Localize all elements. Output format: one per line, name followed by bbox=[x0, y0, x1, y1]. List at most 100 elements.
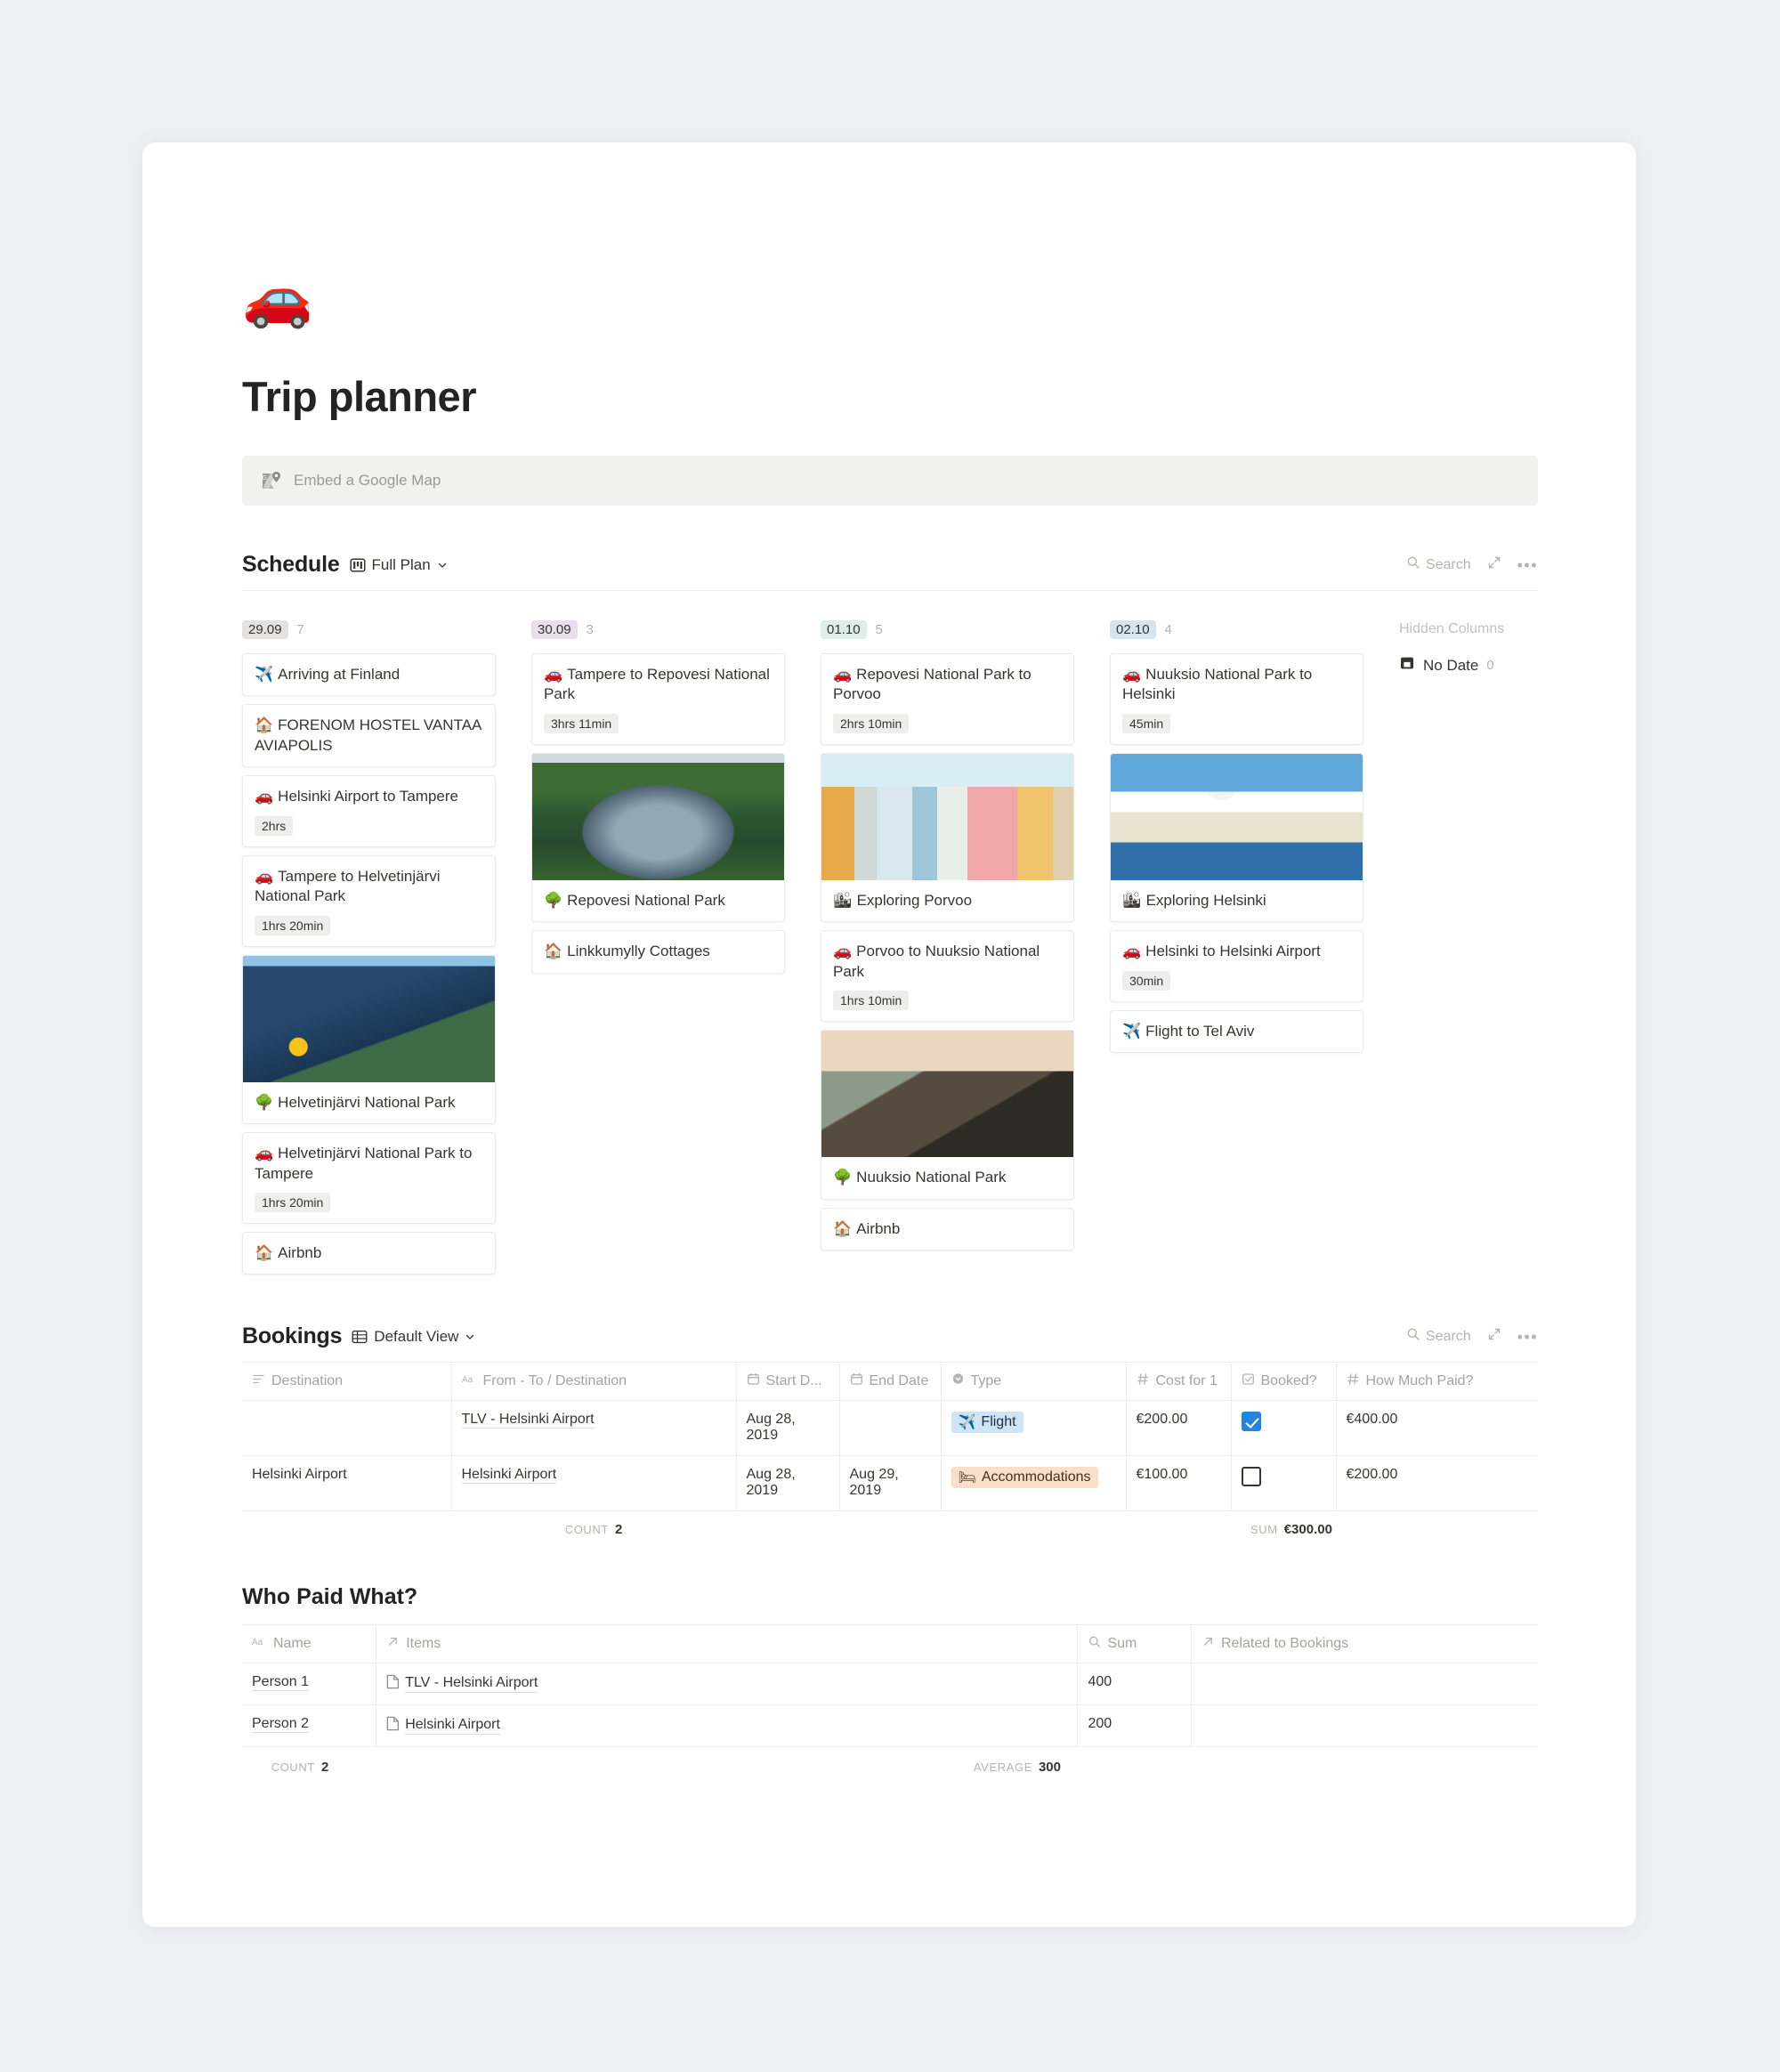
board-card[interactable]: 🏠 FORENOM HOSTEL VANTAA AVIAPOLIS bbox=[242, 704, 496, 768]
card-emoji: ✈️ bbox=[255, 666, 274, 683]
number-hash-icon bbox=[1137, 1372, 1150, 1390]
status-badge-label: Accommodations bbox=[981, 1469, 1091, 1485]
cell-link-text[interactable]: Person 1 bbox=[252, 1674, 310, 1692]
card-title: Helsinki to Helsinki Airport bbox=[1145, 943, 1321, 960]
board-card[interactable]: 🚗 Helsinki Airport to Tampere 2hrs bbox=[242, 775, 496, 847]
board-card[interactable]: 🌳 Helvetinjärvi National Park bbox=[242, 954, 496, 1125]
bookings-search-button[interactable]: Search bbox=[1406, 1327, 1471, 1346]
schedule-view-selector[interactable]: Full Plan bbox=[349, 556, 448, 574]
cell-link-text[interactable]: TLV - Helsinki Airport bbox=[461, 1412, 595, 1429]
column-header-items[interactable]: Items bbox=[376, 1624, 1079, 1664]
board-card[interactable]: 🚗 Porvoo to Nuuksio National Park 1hrs 10m… bbox=[821, 930, 1074, 1023]
schedule-search-button[interactable]: Search bbox=[1406, 555, 1471, 574]
board-card[interactable]: 🚗 Helvetinjärvi National Park to Tampere 1… bbox=[242, 1132, 496, 1224]
board-hidden-columns: Hidden Columns No Date 0 bbox=[1399, 618, 1604, 1283]
board-card[interactable]: ✈️ Flight to Tel Aviv bbox=[1110, 1009, 1363, 1054]
column-header-booked[interactable]: Booked? bbox=[1231, 1362, 1337, 1402]
cell-destination[interactable] bbox=[242, 1400, 452, 1457]
card-emoji: 🚗 bbox=[1122, 666, 1142, 683]
board-card[interactable]: ✈️ Arriving at Finland bbox=[242, 653, 496, 697]
cell-related-to-bookings[interactable] bbox=[1191, 1704, 1538, 1748]
bookings-count-agg[interactable]: COUNT 2 bbox=[565, 1522, 623, 1537]
expand-icon[interactable] bbox=[1487, 555, 1501, 574]
cell-link-text[interactable]: Person 2 bbox=[252, 1716, 310, 1734]
cell-name[interactable]: Person 1 bbox=[242, 1663, 377, 1706]
agg-label: AVERAGE bbox=[973, 1760, 1032, 1775]
column-header-name[interactable]: Aa Name bbox=[242, 1624, 377, 1664]
column-header-cost-for-1[interactable]: Cost for 1 bbox=[1126, 1362, 1232, 1402]
checkbox-unchecked[interactable] bbox=[1241, 1467, 1261, 1487]
board-card[interactable]: 🏠 Airbnb bbox=[821, 1207, 1074, 1251]
board-card[interactable]: 🏠 Linkkumylly Cottages bbox=[531, 930, 785, 974]
cell-related-to-bookings[interactable] bbox=[1191, 1663, 1538, 1706]
cell-sum[interactable]: 400 bbox=[1077, 1663, 1192, 1706]
wpw-average-agg[interactable]: AVERAGE 300 bbox=[974, 1760, 1061, 1775]
cell-from-to[interactable]: TLV - Helsinki Airport bbox=[451, 1400, 737, 1457]
cell-items[interactable]: TLV - Helsinki Airport bbox=[376, 1663, 1079, 1706]
cell-type[interactable]: ✈️ Flight bbox=[941, 1400, 1127, 1457]
board-card[interactable]: 🌳 Repovesi National Park bbox=[531, 752, 785, 923]
bookings-view-selector[interactable]: Default View bbox=[352, 1328, 475, 1346]
cell-cost-for-1[interactable]: €200.00 bbox=[1126, 1400, 1232, 1457]
cell-start-date[interactable]: Aug 28, 2019 bbox=[736, 1455, 840, 1512]
cell-link-text[interactable]: Helsinki Airport bbox=[461, 1467, 557, 1485]
board-card[interactable]: 🏠 Airbnb bbox=[242, 1231, 496, 1275]
board-card[interactable]: 🚗 Repovesi National Park to Porvoo 2hrs 10… bbox=[821, 653, 1074, 745]
column-header-related-to-bookings[interactable]: Related to Bookings bbox=[1191, 1624, 1538, 1664]
cell-items[interactable]: Helsinki Airport bbox=[376, 1704, 1079, 1748]
cell-from-to[interactable]: Helsinki Airport bbox=[451, 1455, 737, 1512]
card-cover-image bbox=[821, 1031, 1073, 1158]
board-card[interactable]: 🏙 Exploring Porvoo bbox=[821, 752, 1074, 923]
column-header-from-to[interactable]: Aa From - To / Destination bbox=[451, 1362, 737, 1402]
expand-icon[interactable] bbox=[1487, 1327, 1501, 1346]
column-header-start-date[interactable]: Start D... bbox=[736, 1362, 840, 1402]
column-header-sum[interactable]: Sum bbox=[1077, 1624, 1192, 1664]
board-column-header[interactable]: 01.10 5 bbox=[821, 618, 1074, 641]
bookings-aggregates: COUNT 2 SUM €300.00 bbox=[242, 1515, 1538, 1538]
cell-link-text[interactable]: TLV - Helsinki Airport bbox=[405, 1675, 538, 1694]
board-card[interactable]: 🚗 Tampere to Repovesi National Park 3hrs 1… bbox=[531, 653, 785, 745]
table-row[interactable]: Person 2 Helsinki Airport 200 bbox=[242, 1704, 1538, 1748]
bookings-sum-agg[interactable]: SUM €300.00 bbox=[1250, 1522, 1332, 1537]
hidden-column-no-date[interactable]: No Date 0 bbox=[1399, 655, 1604, 676]
board-column-header[interactable]: 30.09 3 bbox=[531, 618, 785, 641]
notion-page-card: 🚗 Trip planner G Embed a Google Map Sche… bbox=[142, 142, 1636, 1927]
cell-cost-for-1[interactable]: €100.00 bbox=[1126, 1455, 1232, 1512]
google-map-embed-block[interactable]: G Embed a Google Map bbox=[242, 456, 1538, 506]
column-header-destination[interactable]: Destination bbox=[242, 1362, 452, 1402]
cell-start-date[interactable]: Aug 28, 2019 bbox=[736, 1400, 840, 1457]
cell-sum[interactable]: 200 bbox=[1077, 1704, 1192, 1748]
table-row[interactable]: TLV - Helsinki Airport Aug 28, 2019 ✈️ Fl… bbox=[242, 1400, 1538, 1457]
bookings-more-options-icon[interactable]: ••• bbox=[1517, 1329, 1538, 1345]
checkbox-checked[interactable] bbox=[1241, 1412, 1261, 1432]
cell-type[interactable]: 🛏 Accommodations bbox=[941, 1455, 1127, 1512]
page-icon-emoji[interactable]: 🚗 bbox=[242, 269, 1538, 336]
table-row[interactable]: Helsinki Airport Helsinki Airport Aug 28… bbox=[242, 1455, 1538, 1512]
cell-how-much-paid[interactable]: €200.00 bbox=[1336, 1455, 1538, 1512]
board-card[interactable]: 🌳 Nuuksio National Park bbox=[821, 1030, 1074, 1200]
board-card[interactable]: 🚗 Tampere to Helvetinjärvi National Park 1… bbox=[242, 854, 496, 947]
wpw-count-agg[interactable]: COUNT 2 bbox=[271, 1760, 329, 1775]
cell-how-much-paid[interactable]: €400.00 bbox=[1336, 1400, 1538, 1457]
board-column-header[interactable]: 29.09 7 bbox=[242, 618, 496, 641]
table-row[interactable]: Person 1 TLV - Helsinki Airport 400 bbox=[242, 1663, 1538, 1706]
cell-booked[interactable] bbox=[1231, 1400, 1337, 1457]
cell-end-date[interactable]: Aug 29, 2019 bbox=[839, 1455, 942, 1512]
cell-link-text[interactable]: Helsinki Airport bbox=[405, 1717, 500, 1736]
cell-name[interactable]: Person 2 bbox=[242, 1704, 377, 1748]
cell-destination[interactable]: Helsinki Airport bbox=[242, 1455, 452, 1512]
board-column-header[interactable]: 02.10 4 bbox=[1110, 618, 1363, 641]
board-card[interactable]: 🚗 Helsinki to Helsinki Airport 30min bbox=[1110, 930, 1363, 1002]
bookings-view-label: Default View bbox=[374, 1327, 459, 1345]
calendar-icon bbox=[850, 1372, 863, 1390]
cell-end-date[interactable] bbox=[839, 1400, 942, 1457]
column-header-end-date[interactable]: End Date bbox=[839, 1362, 942, 1402]
column-header-type[interactable]: Type bbox=[941, 1362, 1127, 1402]
board-card[interactable]: 🏙 Exploring Helsinki bbox=[1110, 752, 1363, 923]
cell-booked[interactable] bbox=[1231, 1455, 1337, 1512]
board-card[interactable]: 🚗 Nuuksio National Park to Helsinki 45min bbox=[1110, 653, 1363, 745]
board-column-2909: 29.09 7 ✈️ Arriving at Finland 🏠 FORENOM H… bbox=[242, 618, 496, 1283]
calendar-icon bbox=[747, 1372, 760, 1390]
schedule-more-options-icon[interactable]: ••• bbox=[1517, 557, 1538, 573]
column-header-how-much-paid[interactable]: How Much Paid? bbox=[1336, 1362, 1538, 1402]
